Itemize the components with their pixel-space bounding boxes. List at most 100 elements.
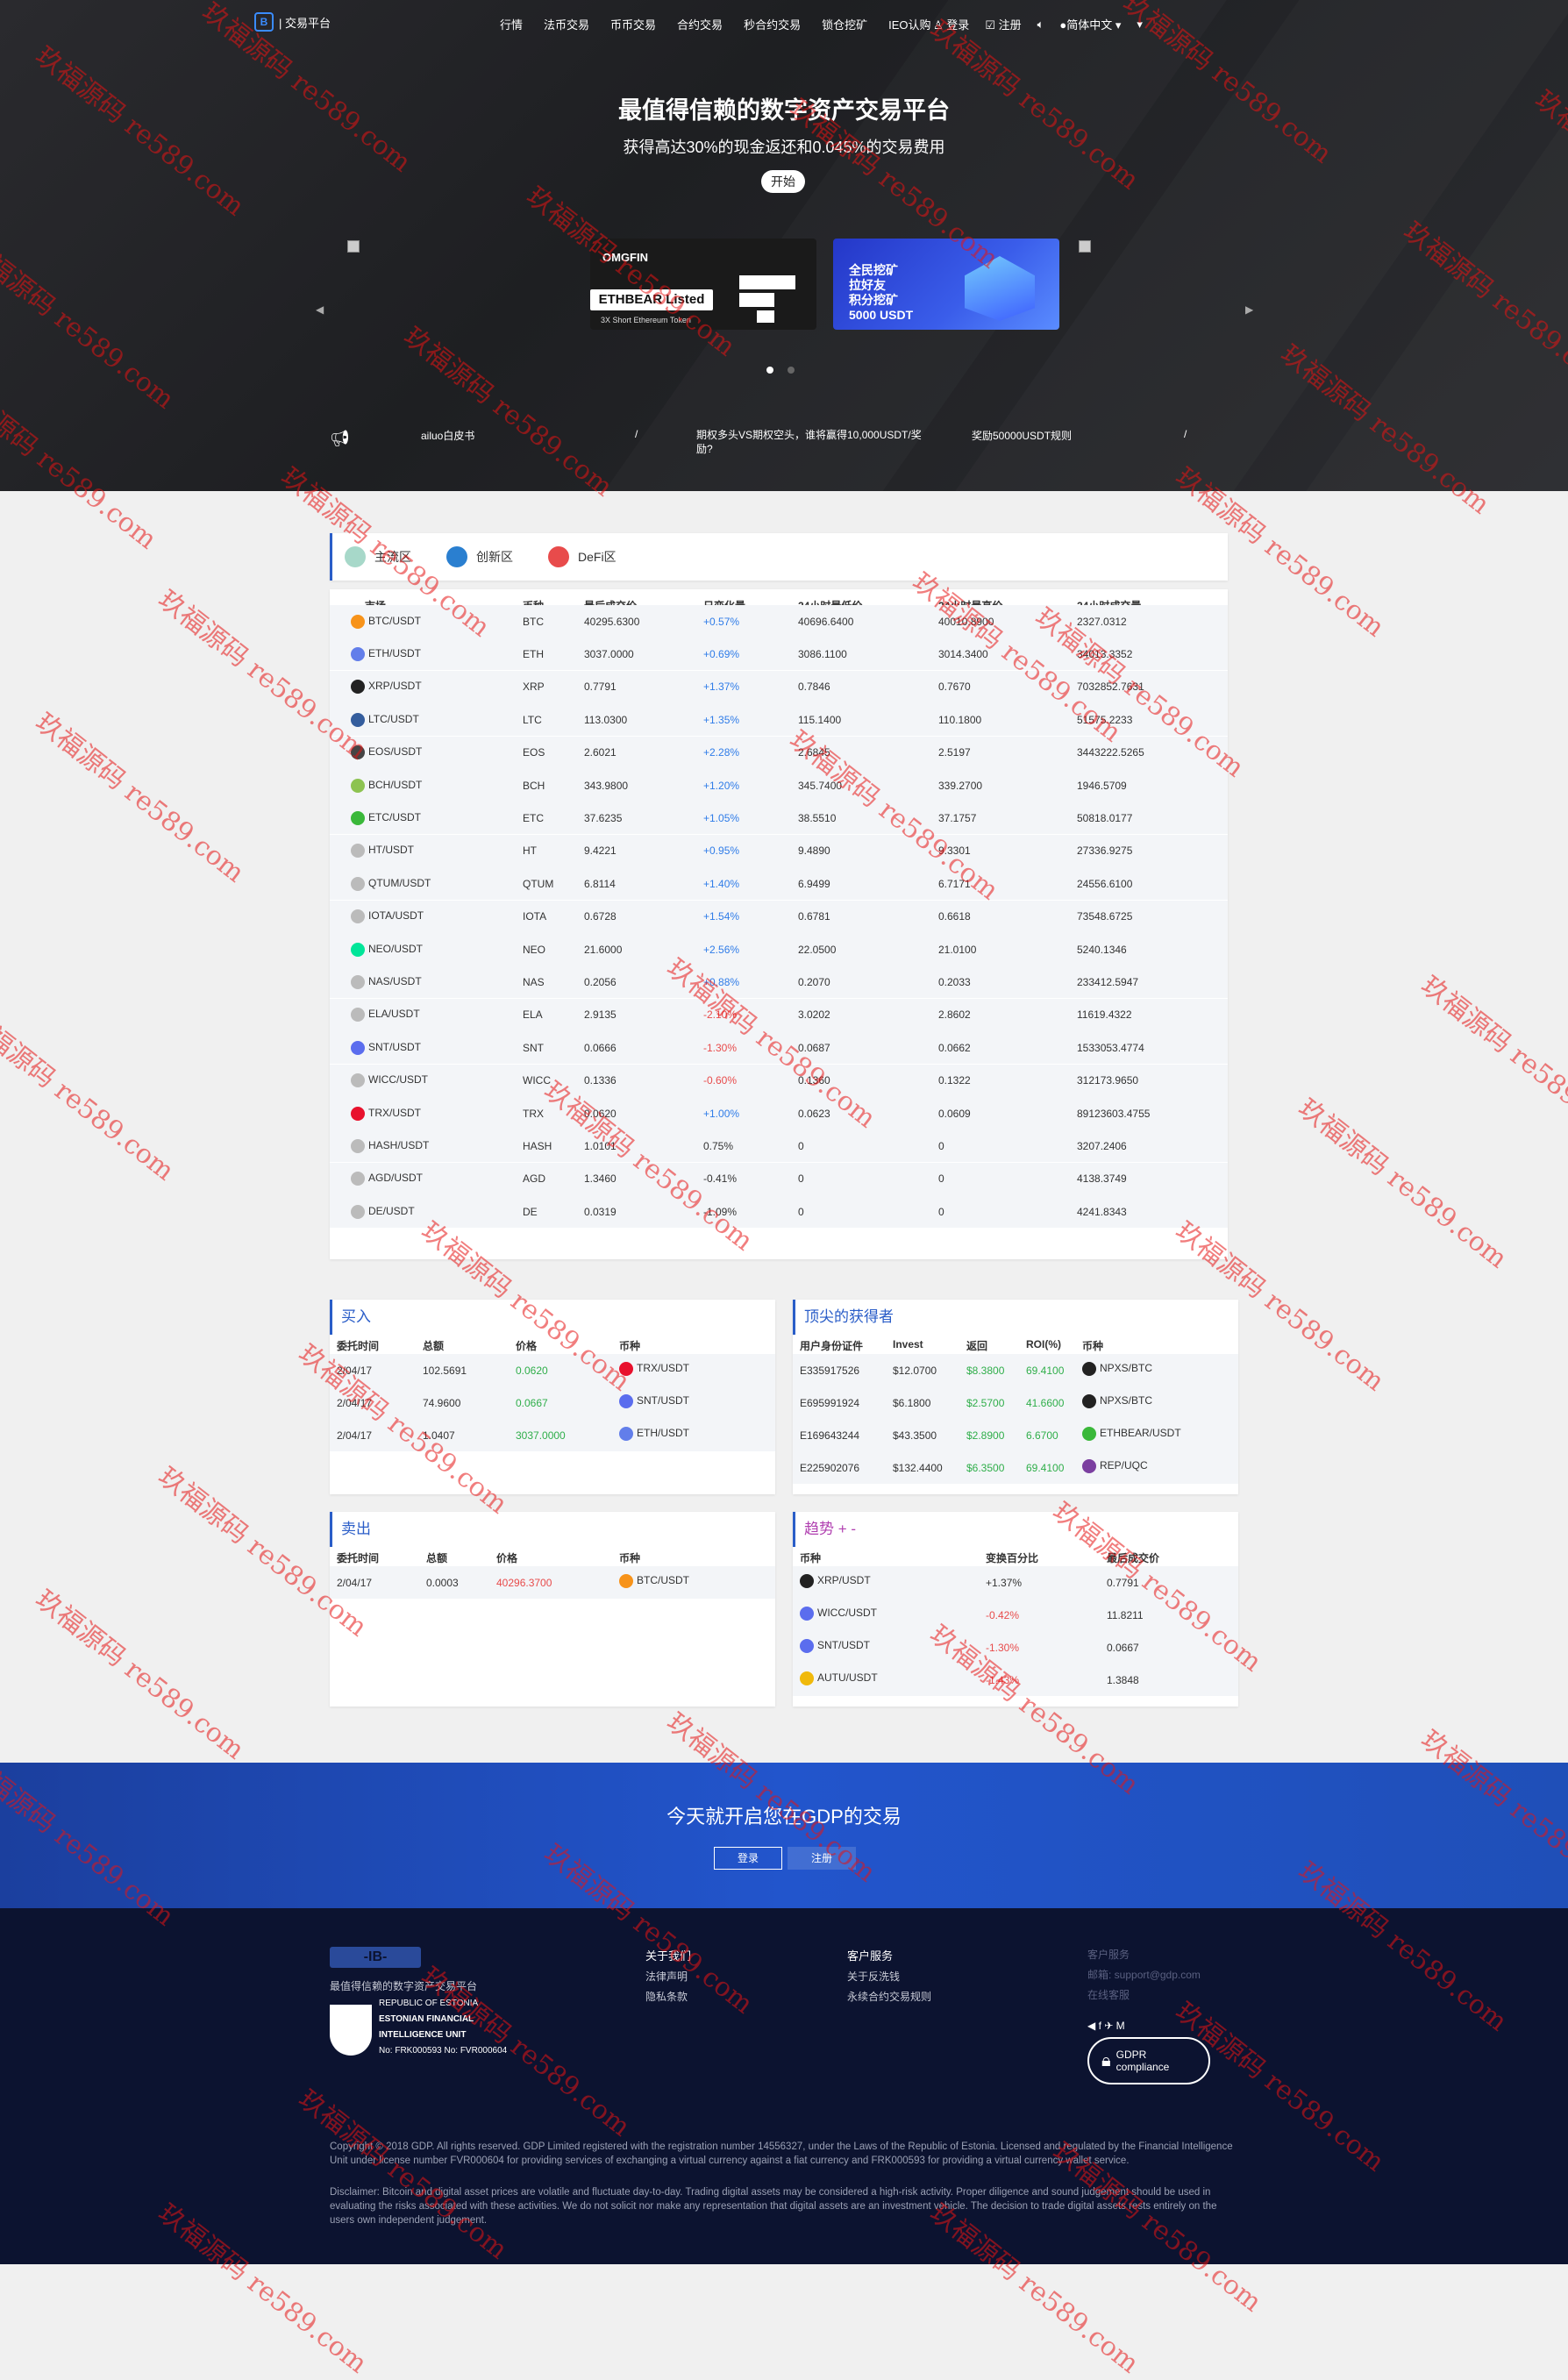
market-cell-high: 37.1757	[938, 812, 976, 824]
cell-text: 1.3848	[1107, 1674, 1139, 1686]
buy-row[interactable]: 2/04/17 102.5691 0.0620 TRX/USDT	[330, 1354, 775, 1386]
footer-contact-email[interactable]: 邮箱: support@gdp.com	[1087, 1967, 1210, 1982]
carousel-dot[interactable]	[766, 367, 773, 374]
footer-link-perp-rules[interactable]: 永续合约交易规则	[847, 1989, 931, 2004]
market-row[interactable]: EOS/USDT EOS 2.6021 +2.28% 2.6845 2.5197 34432…	[330, 736, 1228, 769]
buy-row[interactable]: 2/04/17 1.0407 3037.0000 ETH/USDT	[330, 1419, 775, 1451]
market-cell-change: -1.30%	[703, 1042, 737, 1054]
cell-text: 102.5691	[423, 1365, 467, 1377]
buy-cell-pair: ETH/USDT	[619, 1427, 689, 1441]
trend-row[interactable]: XRP/USDT +1.37% 0.7791	[793, 1566, 1238, 1599]
market-cell-change: +1.00%	[703, 1108, 739, 1120]
market-cell-low: 0.1360	[798, 1074, 830, 1087]
nav-link[interactable]: 行情	[500, 16, 523, 32]
cell-text: 1946.5709	[1077, 779, 1127, 792]
sound-icon[interactable]: 🔈︎	[1037, 18, 1044, 32]
top-row[interactable]: E335917526 $12.0700 $8.3800 69.4100 NPXS/BTC	[793, 1354, 1238, 1386]
trend-row[interactable]: SNT/USDT -1.30% 0.0667	[793, 1631, 1238, 1664]
cell-text: +2.28%	[703, 746, 740, 759]
sell-row[interactable]: 2/04/17 0.0003 40296.3700 BTC/USDT	[330, 1566, 775, 1599]
cta-login-button[interactable]: 登录	[714, 1847, 782, 1870]
nav-link[interactable]: 锁仓挖矿	[822, 16, 867, 32]
banner-ethbear[interactable]: OMGFIN ETHBEAR Listed 3X Short Ethereum …	[590, 239, 816, 330]
nav-link[interactable]: 合约交易	[677, 16, 723, 32]
coin-icon	[351, 1204, 365, 1219]
tab-defi-zone[interactable]: DeFi区	[548, 546, 617, 567]
tab-innovation-zone[interactable]: 创新区	[446, 546, 513, 567]
top-row[interactable]: E225902076 $132.4400 $6.3500 69.4100 REP/UQC	[793, 1451, 1238, 1484]
cell-text: $2.8900	[966, 1429, 1005, 1442]
market-row[interactable]: ELA/USDT ELA 2.9135 -2.10% 3.0202 2.8602 11619…	[330, 998, 1228, 1031]
market-row[interactable]: QTUM/USDT QTUM 6.8114 +1.40% 6.9499 6.7171 245…	[330, 867, 1228, 901]
footer-link-privacy[interactable]: 隐私条款	[645, 1989, 691, 2004]
market-row[interactable]: HT/USDT HT 9.4221 +0.95% 9.4890 9.3301 27336.9…	[330, 834, 1228, 867]
banner-mining[interactable]: 全民挖矿 拉好友 积分挖矿 5000 USDT	[833, 239, 1059, 330]
notice-item[interactable]: 期权多头VS期权空头，谁将赢得10,000USDT/奖励?	[696, 428, 933, 456]
logo[interactable]: B | 交易平台	[254, 12, 331, 32]
login-link[interactable]: ♙ 登录	[933, 16, 969, 32]
buy-row[interactable]: 2/04/17 74.9600 0.0667 SNT/USDT	[330, 1386, 775, 1419]
notice-item[interactable]: 奖励50000USDT规则	[972, 428, 1072, 443]
market-row[interactable]: TRX/USDT TRX 0.0620 +1.00% 0.0623 0.0609 89123…	[330, 1097, 1228, 1129]
cell-text: 37.1757	[938, 811, 977, 824]
nav-link[interactable]: 法币交易	[544, 16, 589, 32]
cell-text: +0.88%	[703, 975, 740, 988]
market-row[interactable]: NEO/USDT NEO 21.6000 +2.56% 22.0500 21.0100 52…	[330, 933, 1228, 966]
start-button[interactable]: 开始	[761, 170, 805, 193]
market-row[interactable]: WICC/USDT WICC 0.1336 -0.60% 0.1360 0.1322 312…	[330, 1064, 1228, 1097]
trend-cell-pct: -1.43%	[986, 1674, 1019, 1686]
market-row[interactable]: NAS/USDT NAS 0.2056 +0.88% 0.2070 0.2033 23341…	[330, 966, 1228, 999]
market-cell-coin: ETC	[523, 812, 544, 824]
market-row[interactable]: ETC/USDT ETC 37.6235 +1.05% 38.5510 37.1757 50…	[330, 802, 1228, 835]
watermark-text: 玖福源码 re589.com	[1415, 970, 1568, 1152]
footer-link-aml[interactable]: 关于反洗钱	[847, 1969, 931, 1984]
cell-text: 1.3460	[584, 1172, 617, 1186]
market-cell-change: 0.75%	[703, 1140, 733, 1152]
market-cell-vol: 312173.9650	[1077, 1074, 1138, 1087]
market-cell-pair: ETH/USDT	[351, 646, 421, 661]
market-row[interactable]: LTC/USDT LTC 113.0300 +1.35% 115.1400 110.180…	[330, 703, 1228, 737]
market-cell-last: 6.8114	[584, 878, 616, 890]
register-link[interactable]: ☑ 注册	[985, 16, 1021, 32]
sell-orders-panel: 卖出 委托时间 总额 价格 币种 2/04/17 0.0003 40296.3700 BTC/…	[330, 1512, 775, 1707]
market-cell-change: +0.95%	[703, 844, 739, 857]
market-row[interactable]: BCH/USDT BCH 343.9800 +1.20% 345.7400 339.270…	[330, 769, 1228, 802]
carousel-prev-icon[interactable]: ◀	[316, 303, 324, 316]
cta-register-button[interactable]: 注册	[788, 1847, 856, 1870]
top-row[interactable]: E169643244 $43.3500 $2.8900 6.6700 ETHBEAR/U…	[793, 1419, 1238, 1451]
footer-about-title: 关于我们	[645, 1949, 692, 1963]
market-cell-change: +2.56%	[703, 944, 739, 956]
cell-text: 3443222.5265	[1077, 746, 1144, 759]
market-row[interactable]: SNT/USDT SNT 0.0666 -1.30% 0.0687 0.0662 15330…	[330, 1031, 1228, 1065]
market-row[interactable]: BTC/USDT BTC 40295.6300 +0.57% 40696.6400 400…	[330, 605, 1228, 638]
buy-cell-total: 102.5691	[423, 1365, 467, 1377]
footer-link-legal[interactable]: 法律声明	[645, 1969, 691, 1984]
market-row[interactable]: XRP/USDT XRP 0.7791 +1.37% 0.7846 0.7670 70328…	[330, 670, 1228, 703]
market-row[interactable]: ETH/USDT ETH 3037.0000 +0.69% 3086.1100 3014.…	[330, 638, 1228, 671]
top-cell-ret: $2.8900	[966, 1429, 1004, 1442]
social-icons[interactable]: ◀ f ✈ M	[1087, 2020, 1210, 2032]
trend-row[interactable]: AUTU/USDT -1.43% 1.3848	[793, 1664, 1238, 1696]
cell-text: 38.5510	[798, 811, 837, 824]
nav-link[interactable]: IEO认购	[888, 16, 930, 32]
market-cell-change: +1.40%	[703, 878, 739, 890]
cell-text: 0.0319	[584, 1205, 617, 1218]
market-cell-vol: 233412.5947	[1077, 976, 1138, 988]
market-row[interactable]: IOTA/USDT IOTA 0.6728 +1.54% 0.6781 0.6618 735…	[330, 900, 1228, 933]
language-select[interactable]: ●简体中文 ▾	[1059, 16, 1121, 32]
market-row[interactable]: DE/USDT DE 0.0319 -1.09% 0 0 4241.8343	[330, 1195, 1228, 1229]
market-row[interactable]: HASH/USDT HASH 1.0101 0.75% 0 0 3207.2406	[330, 1129, 1228, 1163]
top-row[interactable]: E695991924 $6.1800 $2.5700 41.6600 NPXS/BTC	[793, 1386, 1238, 1419]
carousel-dot[interactable]	[788, 367, 795, 374]
footer-contact-online[interactable]: 在线客服	[1087, 1987, 1210, 2002]
cell-text: 0.6728	[584, 910, 617, 923]
carousel-next-icon[interactable]: ▶	[1245, 303, 1253, 316]
coin-icon	[351, 745, 365, 760]
nav-link[interactable]: 秒合约交易	[744, 16, 801, 32]
more-dropdown-icon[interactable]: ▾	[1137, 18, 1143, 32]
tab-main-zone[interactable]: 主流区	[345, 546, 411, 567]
nav-link[interactable]: 币币交易	[610, 16, 656, 32]
trend-row[interactable]: WICC/USDT -0.42% 11.8211	[793, 1599, 1238, 1631]
market-row[interactable]: AGD/USDT AGD 1.3460 -0.41% 0 0 4138.3749	[330, 1162, 1228, 1195]
notice-item[interactable]: ailuo白皮书	[421, 428, 474, 443]
